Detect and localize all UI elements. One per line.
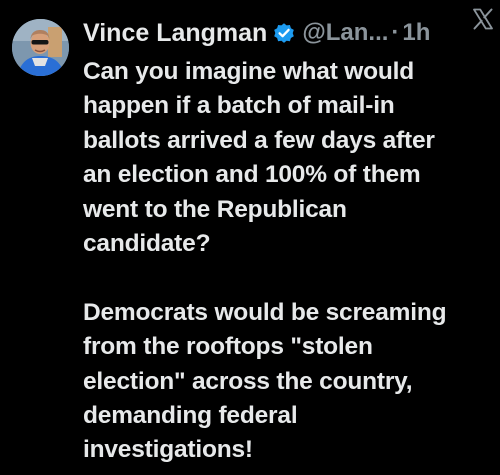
tweet-text: Can you imagine what would happen if a b… bbox=[83, 58, 447, 464]
separator-dot: · bbox=[391, 19, 400, 46]
author-handle[interactable]: @Lan... bbox=[302, 19, 388, 47]
post-timestamp[interactable]: 1h bbox=[402, 19, 430, 47]
verified-badge-icon bbox=[272, 21, 296, 45]
tweet-header: Vince Langman @Lan... · 1h bbox=[83, 14, 493, 52]
x-logo-icon[interactable] bbox=[471, 7, 495, 31]
avatar[interactable] bbox=[12, 19, 69, 76]
author-display-name[interactable]: Vince Langman bbox=[83, 19, 267, 48]
avatar-photo bbox=[12, 19, 69, 76]
tweet[interactable]: Vince Langman @Lan... · 1h Can you imagi… bbox=[0, 0, 500, 475]
